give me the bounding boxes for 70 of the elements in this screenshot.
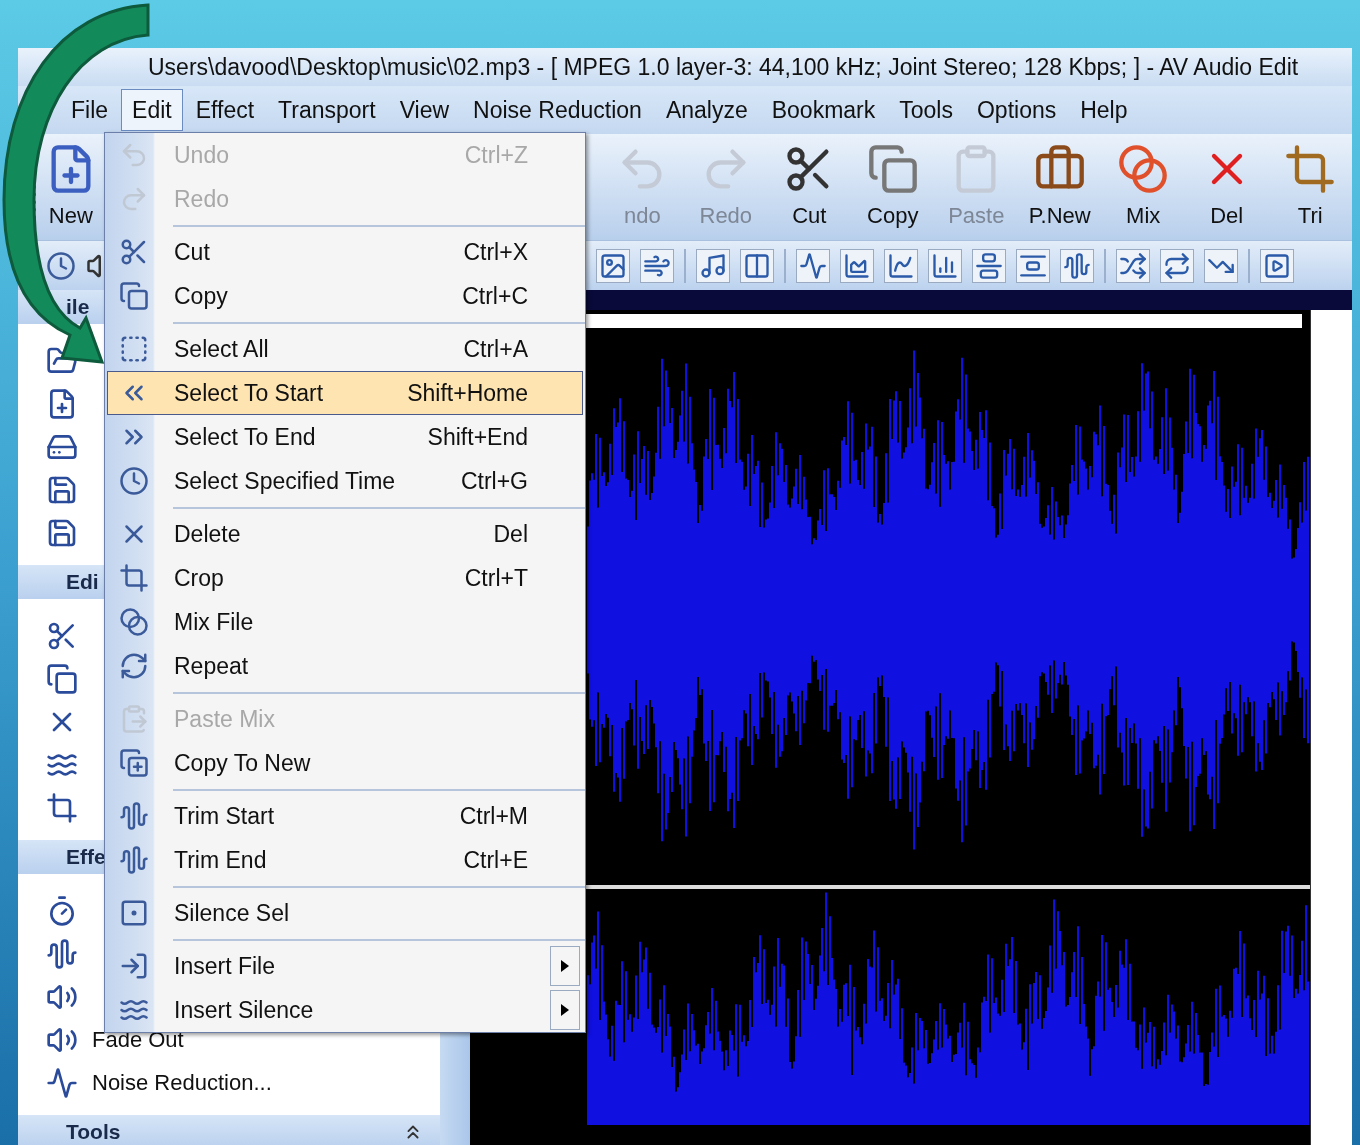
- menu-item[interactable]: Copy Ctrl+C: [107, 274, 583, 318]
- menu-item[interactable]: Select All Ctrl+A: [107, 327, 583, 371]
- toolbar-button[interactable]: P.New: [1018, 142, 1102, 232]
- menu-item[interactable]: Help: [1069, 88, 1139, 132]
- menu-item[interactable]: Trim End Ctrl+E: [107, 838, 583, 882]
- menu-item[interactable]: Insert Silence: [107, 988, 583, 1032]
- waveform-icon: [46, 937, 78, 970]
- activity-icon: [46, 1066, 78, 1099]
- stopwatch-icon[interactable]: [46, 250, 76, 281]
- column-chart-icon[interactable]: [928, 248, 962, 283]
- align-space-icon[interactable]: [1016, 248, 1050, 283]
- menu-item[interactable]: Cut Ctrl+X: [107, 230, 583, 274]
- copy-plus-icon: [119, 748, 149, 778]
- selection-icon: [119, 334, 149, 364]
- menu-item[interactable]: Insert File: [107, 944, 583, 988]
- shuffle-icon[interactable]: [1116, 248, 1150, 283]
- menu-item[interactable]: Crop Ctrl+T: [107, 556, 583, 600]
- menu-item[interactable]: Mix File: [107, 600, 583, 644]
- window-title: Users\davood\Desktop\music\02.mp3 - [ MPEG 1.0 layer-3: 44,100 kHz; Joint Stereo; 128 Kbps; ] - AV Audio Edit: [148, 52, 1299, 82]
- menu-item[interactable]: Effect: [184, 88, 266, 132]
- menu-item[interactable]: Analyze: [654, 88, 759, 132]
- crop-icon: [119, 563, 149, 593]
- crop-icon: [46, 791, 78, 824]
- menu-item[interactable]: View: [388, 88, 461, 132]
- waveform-icon: [119, 801, 149, 831]
- menu-item[interactable]: Silence Sel: [107, 891, 583, 935]
- menu-item[interactable]: Options: [965, 88, 1068, 132]
- menu-item[interactable]: Noise Reduction: [462, 88, 653, 132]
- wind-icon[interactable]: [640, 248, 674, 283]
- menu-item[interactable]: Bookmark: [760, 88, 887, 132]
- insert-icon: [119, 951, 149, 981]
- play-square-icon[interactable]: [1260, 248, 1294, 283]
- blend-icon: [119, 607, 149, 637]
- clock-icon: [119, 466, 149, 496]
- menu-item[interactable]: Select To End Shift+End: [107, 415, 583, 459]
- sidebar-item[interactable]: Noise Reduction...: [92, 1066, 272, 1099]
- menu-item[interactable]: Copy To New: [107, 741, 583, 785]
- menu-item[interactable]: File: [60, 88, 120, 132]
- toolbar-button[interactable]: Tri: [1268, 142, 1352, 232]
- copy-icon: [866, 142, 919, 195]
- refresh-icon: [119, 651, 149, 681]
- toolbar-button[interactable]: New: [40, 142, 102, 232]
- spline-chart-icon[interactable]: [884, 248, 918, 283]
- blend-icon: [1117, 142, 1170, 195]
- crop-icon: [1284, 142, 1337, 195]
- area-chart-icon[interactable]: [840, 248, 874, 283]
- toolbar-button[interactable]: Copy: [851, 142, 935, 232]
- toolbar-button[interactable]: Cut: [767, 142, 852, 232]
- activity-icon[interactable]: [796, 248, 830, 283]
- section-header[interactable]: Tools: [18, 1115, 440, 1145]
- trend-icon[interactable]: [1204, 248, 1238, 283]
- menu-item[interactable]: Delete Del: [107, 512, 583, 556]
- copy-icon: [119, 281, 149, 311]
- menu-item[interactable]: Edit: [121, 88, 183, 132]
- waveform-icon[interactable]: [1060, 248, 1094, 283]
- menu-item[interactable]: Transport: [267, 88, 387, 132]
- columns-icon[interactable]: [740, 248, 774, 283]
- image-icon[interactable]: [596, 248, 630, 283]
- toolbar-button[interactable]: Del: [1184, 142, 1269, 232]
- copy-icon: [46, 662, 78, 695]
- menu-item[interactable]: Select To Start Shift+Home: [107, 371, 583, 415]
- menu-item[interactable]: Select Specified Time Ctrl+G: [107, 459, 583, 503]
- music-icon[interactable]: [696, 248, 730, 283]
- menu-item[interactable]: Trim Start Ctrl+M: [107, 794, 583, 838]
- waveform-icon: [119, 845, 149, 875]
- menu-item[interactable]: Repeat: [107, 644, 583, 688]
- menu-item[interactable]: Tools: [888, 88, 964, 132]
- align-center-icon[interactable]: [972, 248, 1006, 283]
- toolbar-button[interactable]: Mix: [1101, 142, 1185, 232]
- repeat-icon[interactable]: [1160, 248, 1194, 283]
